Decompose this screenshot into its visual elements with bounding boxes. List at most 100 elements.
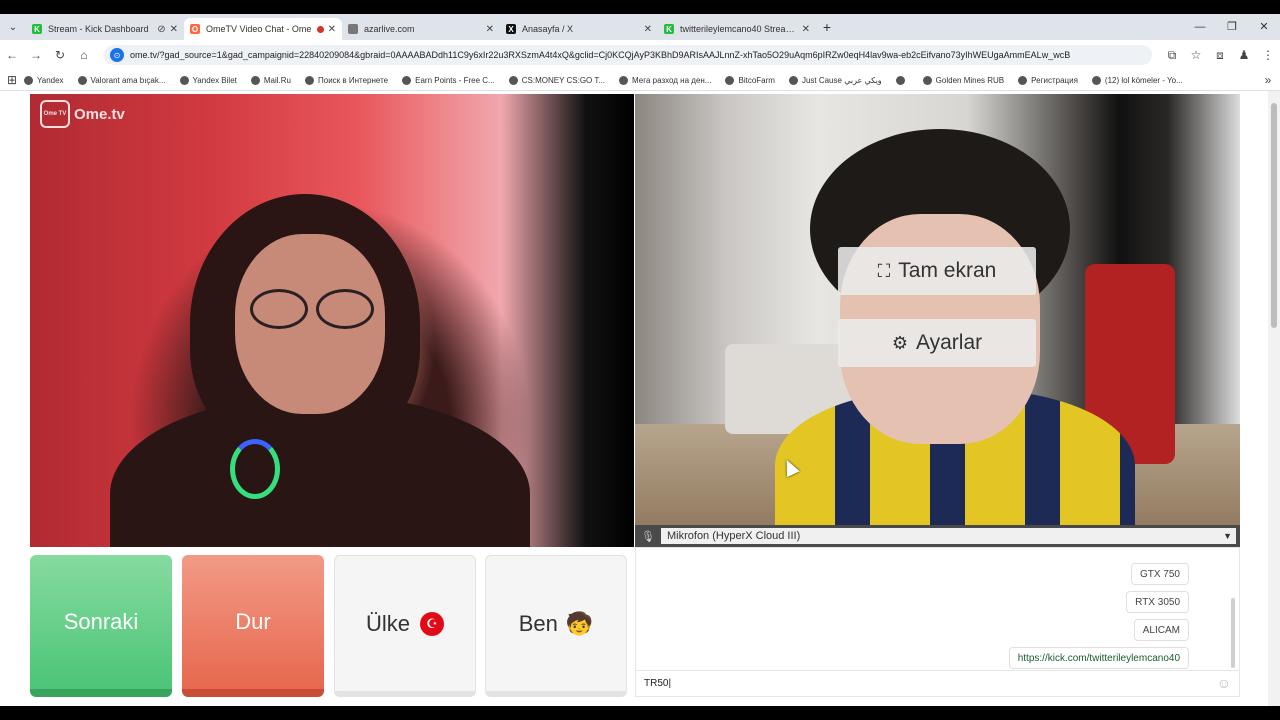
emoji-smile-icon[interactable]: ☺ (1217, 675, 1231, 691)
next-button[interactable]: Sonraki (30, 555, 172, 697)
tab-title: Stream - Kick Dashboard (48, 24, 149, 34)
tab-close-icon[interactable]: ✕ (328, 24, 336, 35)
back-arrow-icon[interactable]: ← (0, 48, 24, 62)
country-button[interactable]: Ülke ☪ (334, 555, 476, 697)
bookmark-item[interactable]: Golden Mines RUB (922, 75, 1004, 85)
profile-icon[interactable]: ♟ (1232, 48, 1256, 63)
apps-grid-icon[interactable]: ⊞ (0, 73, 24, 87)
stop-button[interactable]: Dur (182, 555, 324, 697)
fullscreen-icon: ⛶ (877, 260, 891, 281)
bookmark-item[interactable]: Yandex (24, 75, 64, 85)
bookmark-favicon-icon (402, 75, 412, 85)
window-close-icon[interactable]: ✕ (1248, 14, 1280, 40)
bookmark-item[interactable]: Valorant ama bıçak... (77, 75, 166, 85)
home-icon[interactable]: ⌂ (72, 48, 96, 62)
chat-input[interactable]: TR50 | (636, 670, 1239, 696)
bookmark-item[interactable]: (12) lol kömeler - Yo... (1091, 75, 1183, 85)
settings-label: Ayarlar (916, 331, 983, 354)
microphone-bar: 🎙 Mikrofon (HyperX Cloud III) ▼ (635, 525, 1240, 547)
country-label: Ülke (365, 610, 410, 636)
fullscreen-button[interactable]: ⛶ Tam ekran (838, 247, 1036, 295)
settings-button[interactable]: ⚙ Ayarlar (838, 319, 1036, 367)
me-button[interactable]: Ben 🧒 (485, 555, 627, 697)
glasses-shape (250, 289, 380, 329)
bookmark-favicon-icon (619, 75, 629, 85)
site-info-icon[interactable]: ⊙ (110, 48, 124, 62)
forward-arrow-icon[interactable]: → (24, 48, 48, 62)
bookmark-favicon-icon (1018, 75, 1028, 85)
minimize-icon[interactable]: — (1184, 14, 1216, 40)
tab-close-icon[interactable]: ✕ (170, 24, 178, 35)
bookmark-item[interactable]: CS:MONEY CS:GO T... (508, 75, 605, 85)
menu-kebab-icon[interactable]: ⋮ (1256, 48, 1280, 63)
reload-icon[interactable]: ↻ (48, 48, 72, 62)
browser-tab-2[interactable]: azarlive.com ✕ (342, 18, 500, 40)
logo-badge-icon: Ome TV (40, 100, 70, 128)
bookmark-star-icon[interactable]: ☆ (1184, 48, 1208, 63)
bookmarks-overflow-chevron-icon[interactable]: » (1256, 73, 1280, 87)
partner-video[interactable]: ⛶ Tam ekran ⚙ Ayarlar (635, 94, 1240, 547)
bookmark-item[interactable]: Just Cause ويكي عربي (788, 75, 882, 85)
bookmark-item[interactable]: Мега разход на ден... (619, 75, 711, 85)
microphone-selected: Mikrofon (HyperX Cloud III) (667, 530, 801, 542)
bookmark-favicon-icon (250, 75, 260, 85)
screen-top-bar (0, 0, 1280, 14)
page-scrollbar[interactable] (1268, 91, 1280, 706)
bookmark-item[interactable] (895, 75, 909, 85)
browser-tab-1[interactable]: O OmeTV Video Chat - Ome ✕ (184, 18, 342, 40)
bookmark-favicon-icon (305, 75, 314, 85)
browser-tab-0[interactable]: K Stream - Kick Dashboard ⊘ ✕ (26, 18, 184, 40)
mute-icon[interactable]: ⊘ (157, 24, 165, 35)
bookmark-favicon-icon (179, 75, 189, 85)
ometv-page: Ome TV Ome.tv ⛶ Tam ekran ⚙ Ayarlar 🎙 Mi… (0, 91, 1280, 706)
logo-text: Ome.tv (74, 105, 125, 123)
restore-icon[interactable]: ❐ (1216, 14, 1248, 40)
install-app-icon[interactable]: ⧉ (1160, 48, 1184, 63)
kick-favicon-icon: K (32, 24, 42, 34)
window-controls: — ❐ ✕ (1184, 14, 1280, 40)
tab-close-icon[interactable]: ✕ (644, 24, 652, 35)
tab-close-icon[interactable]: ✕ (802, 24, 810, 35)
chat-panel: GTX 750 RTX 3050 ALICAM https://kick.com… (635, 547, 1240, 697)
globe-favicon-icon (348, 24, 358, 34)
bookmark-item[interactable]: Mail.Ru (250, 75, 291, 85)
bookmark-favicon-icon (895, 75, 905, 85)
kick-favicon-icon: K (664, 24, 674, 34)
bookmark-favicon-icon (77, 75, 87, 85)
microphone-icon: 🎙 (641, 530, 655, 543)
bookmark-item[interactable]: Yandex Bilet (179, 75, 237, 85)
stop-label: Dur (235, 609, 271, 634)
screen-bottom-bar (0, 706, 1280, 720)
page-scrollbar-thumb[interactable] (1271, 103, 1277, 328)
bookmark-item[interactable]: Earn Points - Free C... (402, 75, 495, 85)
body-shape (110, 394, 530, 547)
chat-message: GTX 750 (1130, 563, 1189, 585)
tab-search-chevron-icon[interactable]: ⌄ (0, 14, 26, 40)
bookmarks-bar: ⊞ Yandex Valorant ama bıçak... Yandex Bi… (0, 70, 1280, 91)
extensions-puzzle-icon[interactable]: ⧈ (1208, 48, 1232, 63)
tab-title: twitterileylemcano40 Stream - K (680, 24, 798, 34)
recording-indicator-icon (316, 25, 324, 33)
tab-title: OmeTV Video Chat - Ome (206, 24, 312, 34)
headset-glow-shape (230, 439, 280, 499)
url-input[interactable]: ⊙ ome.tv/?gad_source=1&gad_campaignid=22… (104, 45, 1152, 65)
gear-icon: ⚙ (891, 332, 908, 353)
chat-scrollbar[interactable] (1231, 598, 1235, 668)
chat-input-value: TR50 (644, 678, 669, 689)
bookmark-item[interactable]: BitcoFarm (725, 75, 775, 85)
chat-message: RTX 3050 (1126, 591, 1189, 613)
new-tab-plus-icon[interactable]: + (816, 19, 838, 35)
browser-tab-4[interactable]: K twitterileylemcano40 Stream - K ✕ (658, 18, 816, 40)
bookmark-favicon-icon (24, 75, 33, 85)
ometv-favicon-icon: O (190, 24, 200, 34)
microphone-select[interactable]: Mikrofon (HyperX Cloud III) ▼ (661, 528, 1236, 544)
browser-tab-3[interactable]: X Anasayfa / X ✕ (500, 18, 658, 40)
bookmark-favicon-icon (1091, 75, 1101, 85)
bookmark-favicon-icon (922, 75, 932, 85)
bookmark-item[interactable]: Регистрация (1018, 75, 1078, 85)
chat-message-link[interactable]: https://kick.com/twitterileylemcano40 (1008, 647, 1189, 669)
fullscreen-label: Tam ekran (898, 259, 997, 282)
bookmark-item[interactable]: Поиск в Интернете (305, 75, 388, 85)
text-caret: | (668, 678, 672, 689)
tab-close-icon[interactable]: ✕ (486, 24, 494, 35)
